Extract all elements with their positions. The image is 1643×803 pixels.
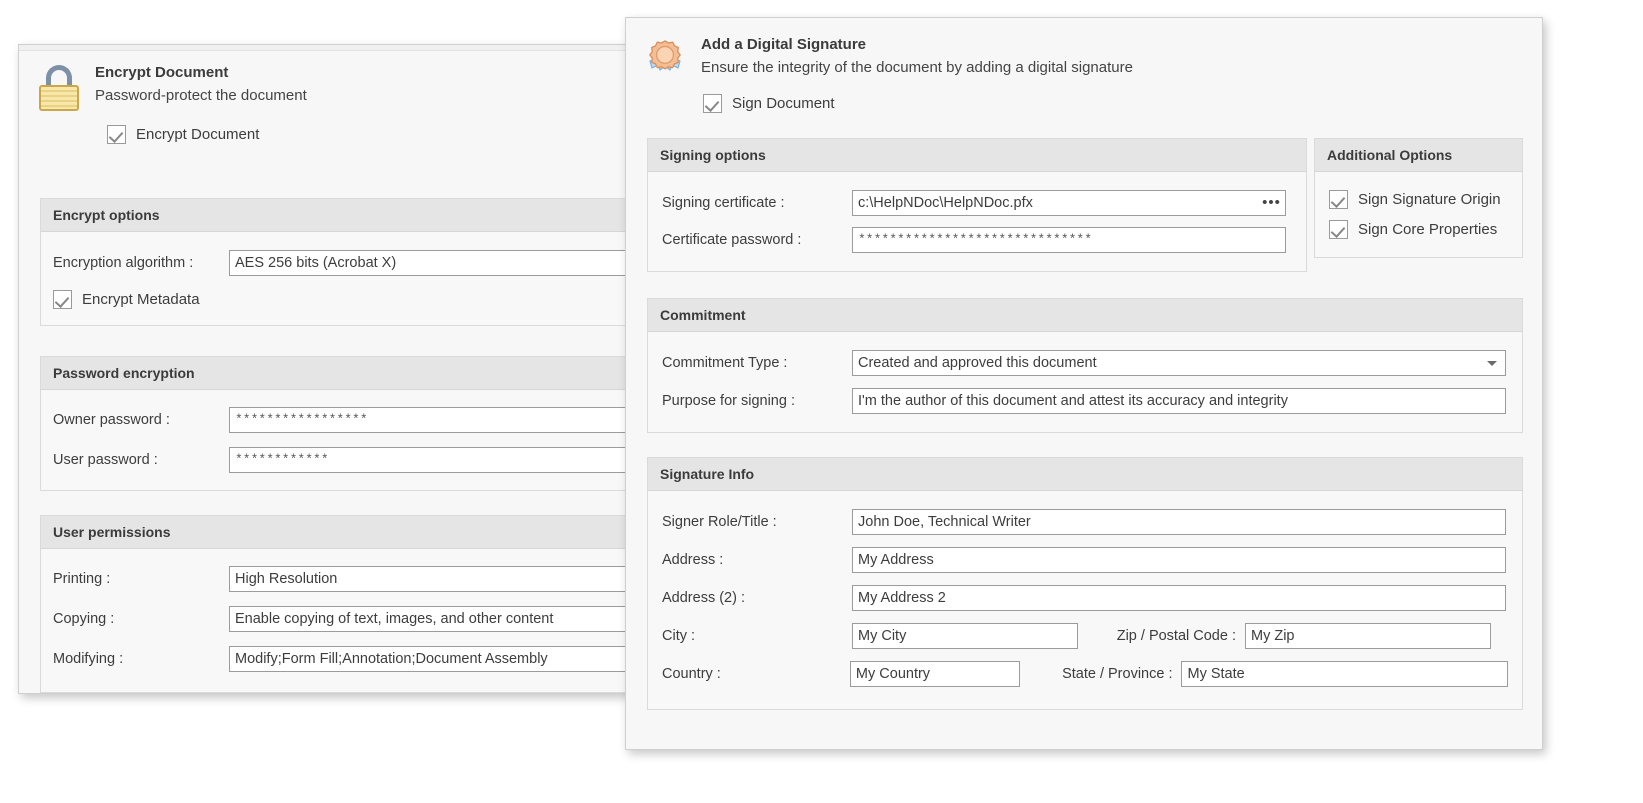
lock-icon xyxy=(37,65,81,111)
country-field[interactable]: My Country xyxy=(849,661,1021,687)
encrypt-dialog-header: Encrypt Document Password-protect the do… xyxy=(19,45,627,111)
browse-certificate-button[interactable]: ••• xyxy=(1258,190,1286,216)
window-top-divider xyxy=(19,45,627,51)
encryption-algorithm-label: Encryption algorithm : xyxy=(53,255,194,271)
encrypt-document-dialog: Encrypt Document Password-protect the do… xyxy=(18,44,710,694)
encrypt-document-checkbox-label: Encrypt Document xyxy=(136,126,260,143)
signing-certificate-label: Signing certificate : xyxy=(662,195,785,211)
encrypt-options-group: Encrypt options Encryption algorithm : A… xyxy=(40,198,710,326)
user-password-field[interactable]: ************ xyxy=(229,447,659,473)
modifying-label: Modifying : xyxy=(53,651,124,667)
user-permissions-title: User permissions xyxy=(41,516,709,549)
sign-signature-origin-row[interactable]: Sign Signature Origin xyxy=(1329,190,1512,209)
chevron-down-icon xyxy=(1487,361,1497,366)
commitment-type-value: Created and approved this document xyxy=(858,355,1097,371)
owner-password-label: Owner password : xyxy=(53,412,170,428)
address2-field[interactable]: My Address 2 xyxy=(852,585,1506,611)
commitment-group: Commitment Commitment Type : Created and… xyxy=(647,298,1523,433)
printing-label: Printing : xyxy=(53,571,111,587)
encrypt-metadata-checkbox[interactable] xyxy=(53,290,72,309)
copying-label: Copying : xyxy=(53,611,115,627)
sign-core-properties-checkbox[interactable] xyxy=(1329,220,1348,239)
address2-label: Address (2) : xyxy=(662,590,745,606)
zip-label: Zip / Postal Code : xyxy=(1116,628,1236,644)
purpose-for-signing-label: Purpose for signing : xyxy=(662,393,795,409)
signing-options-title: Signing options xyxy=(648,139,1306,172)
certificate-password-label: Certificate password : xyxy=(662,232,802,248)
encrypt-metadata-checkbox-label: Encrypt Metadata xyxy=(82,291,200,308)
signature-dialog-title: Add a Digital Signature xyxy=(701,36,867,53)
printing-select[interactable]: High Resolution xyxy=(229,566,659,592)
commitment-type-label: Commitment Type : xyxy=(662,355,788,371)
signature-info-group: Signature Info Signer Role/Title : John … xyxy=(647,457,1523,710)
encryption-algorithm-select[interactable]: AES 256 bits (Acrobat X) xyxy=(229,250,659,276)
digital-signature-dialog: Add a Digital Signature Ensure the integ… xyxy=(625,17,1543,750)
commitment-title: Commitment xyxy=(648,299,1522,332)
seal-ribbon-icon xyxy=(643,37,687,81)
encrypt-document-checkbox-row[interactable]: Encrypt Document xyxy=(19,111,627,144)
modifying-select[interactable]: Modify;Form Fill;Annotation;Document Ass… xyxy=(229,646,659,672)
encrypt-dialog-subtitle: Password-protect the document xyxy=(95,87,307,104)
owner-password-field[interactable]: ***************** xyxy=(229,407,659,433)
sign-core-properties-row[interactable]: Sign Core Properties xyxy=(1329,220,1512,239)
zip-field[interactable]: My Zip xyxy=(1245,623,1491,649)
additional-options-group: Additional Options Sign Signature Origin… xyxy=(1314,138,1523,258)
encrypt-options-title: Encrypt options xyxy=(41,199,709,232)
address-label: Address : xyxy=(662,552,724,568)
user-permissions-group: User permissions Printing : High Resolut… xyxy=(40,515,710,693)
sign-document-checkbox[interactable] xyxy=(703,94,722,113)
sign-signature-origin-label: Sign Signature Origin xyxy=(1358,191,1501,208)
address-field[interactable]: My Address xyxy=(852,547,1506,573)
signing-certificate-field[interactable]: c:\HelpNDoc\HelpNDoc.pfx xyxy=(852,190,1258,216)
encrypt-dialog-title: Encrypt Document xyxy=(95,64,229,81)
password-encryption-group: Password encryption Owner password : ***… xyxy=(40,356,710,491)
signature-info-title: Signature Info xyxy=(648,458,1522,491)
country-label: Country : xyxy=(662,666,721,682)
signing-options-group: Signing options Signing certificate : c:… xyxy=(647,138,1307,272)
sign-document-checkbox-label: Sign Document xyxy=(732,95,835,112)
copying-select[interactable]: Enable copying of text, images, and othe… xyxy=(229,606,659,632)
sign-core-properties-label: Sign Core Properties xyxy=(1358,221,1498,238)
sign-document-checkbox-row[interactable]: Sign Document xyxy=(626,81,1542,113)
certificate-password-field[interactable]: ****************************** xyxy=(852,227,1286,253)
signature-dialog-header: Add a Digital Signature Ensure the integ… xyxy=(626,18,1542,81)
city-label: City : xyxy=(662,628,696,644)
password-encryption-title: Password encryption xyxy=(41,357,709,390)
state-label: State / Province : xyxy=(1062,666,1173,682)
commitment-type-select[interactable]: Created and approved this document xyxy=(852,350,1506,376)
sign-signature-origin-checkbox[interactable] xyxy=(1329,190,1348,209)
city-field[interactable]: My City xyxy=(852,623,1078,649)
purpose-for-signing-field[interactable]: I'm the author of this document and atte… xyxy=(852,388,1506,414)
signer-role-field[interactable]: John Doe, Technical Writer xyxy=(852,509,1506,535)
signer-role-label: Signer Role/Title : xyxy=(662,514,777,530)
user-password-label: User password : xyxy=(53,452,158,468)
additional-options-title: Additional Options xyxy=(1315,139,1522,172)
encrypt-document-checkbox[interactable] xyxy=(107,125,126,144)
state-field[interactable]: My State xyxy=(1181,661,1508,687)
signature-dialog-subtitle: Ensure the integrity of the document by … xyxy=(701,59,1133,76)
